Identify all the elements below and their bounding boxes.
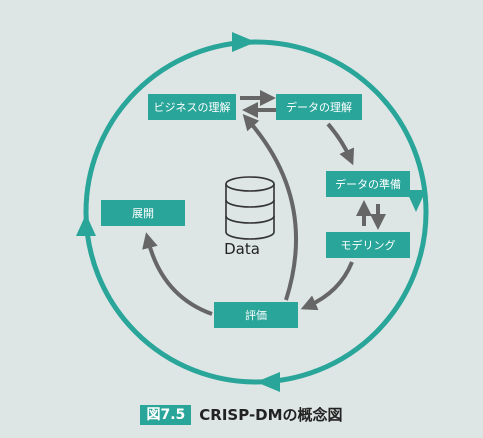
crisp-dm-diagram <box>76 32 429 392</box>
figure-number-badge: 図7.5 <box>140 404 192 425</box>
outer-arrowhead-bottom <box>256 372 280 392</box>
phase-data-preparation: データの準備 <box>326 171 410 197</box>
arrow-modeling-to-evaluation <box>300 261 354 311</box>
phase-data-understanding: データの理解 <box>276 94 362 120</box>
phase-modeling: モデリング <box>326 232 410 258</box>
data-label: Data <box>224 240 260 258</box>
figure-title: CRISP-DMの概念図 <box>199 406 343 424</box>
outer-arrowhead-top <box>232 32 256 52</box>
arrow-data-to-preparation <box>326 122 355 166</box>
arrow-evaluation-to-deployment <box>142 232 213 316</box>
outer-arrowhead-left <box>76 214 96 236</box>
phase-evaluation: 評価 <box>214 302 298 328</box>
figure-caption: 図7.5 CRISP-DMの概念図 <box>0 404 483 425</box>
phase-business-understanding: ビジネスの理解 <box>148 94 236 120</box>
phase-deployment: 展開 <box>101 200 185 226</box>
database-icon <box>225 176 275 240</box>
